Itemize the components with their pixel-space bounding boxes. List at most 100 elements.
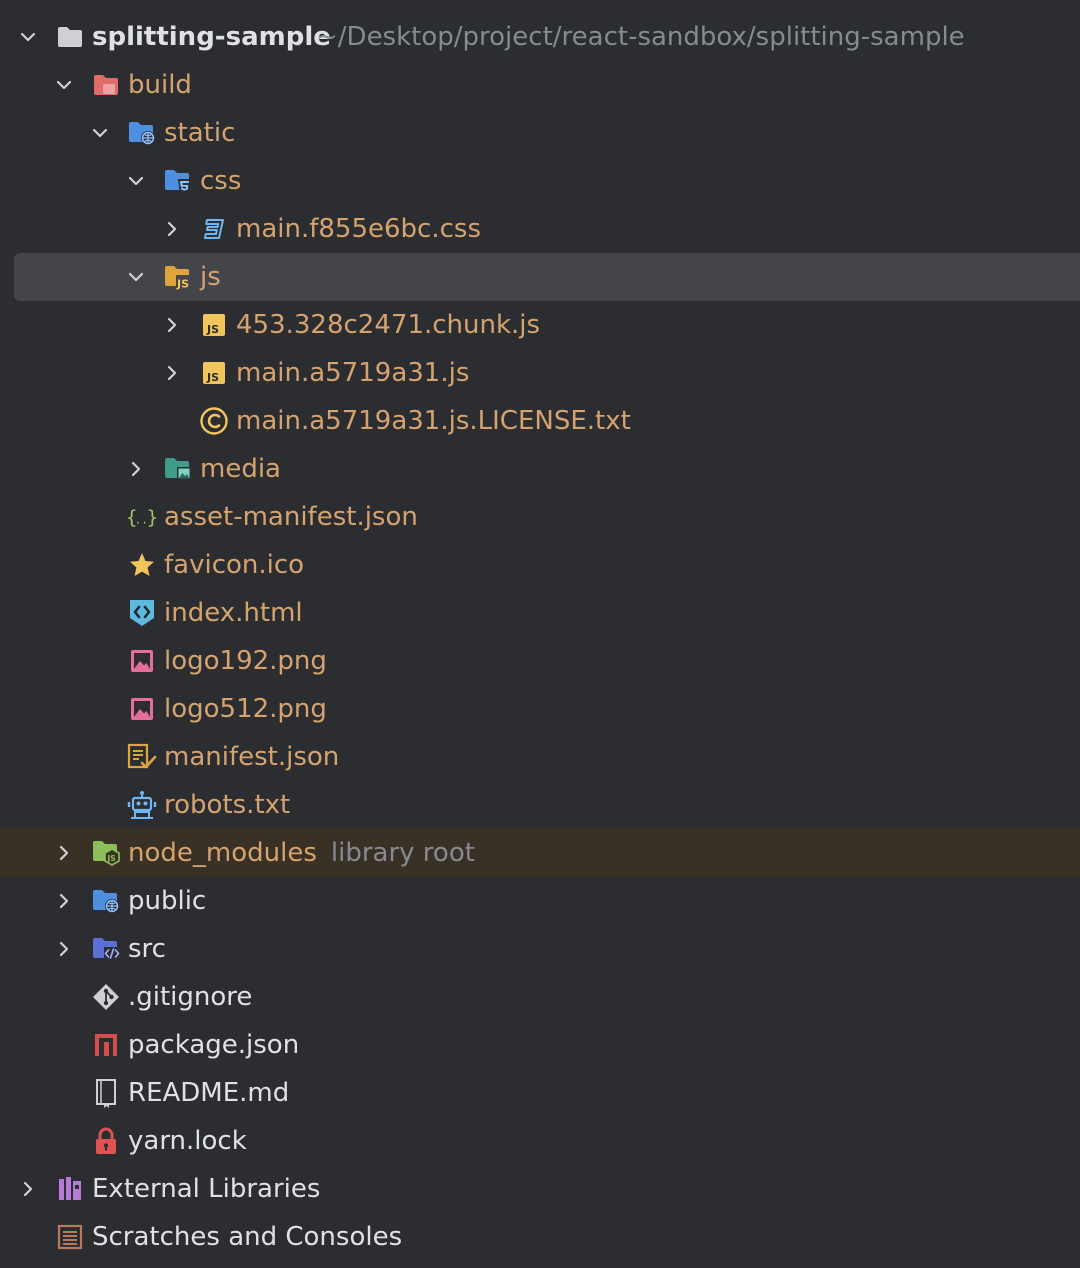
chevron-down-icon[interactable] <box>17 26 39 48</box>
svg-text:JS: JS <box>206 323 219 336</box>
tree-row-build[interactable]: build <box>0 61 1080 109</box>
star-icon <box>126 549 158 581</box>
copyright-icon <box>198 405 230 437</box>
svg-text:JS: JS <box>176 278 189 291</box>
tree-label-manifest: manifest.json <box>164 742 340 772</box>
js-folder-icon: JS <box>162 261 194 293</box>
tree-label-package-json: package.json <box>128 1030 300 1060</box>
chevron-right-icon[interactable] <box>53 842 75 864</box>
chevron-right-icon[interactable] <box>161 362 183 384</box>
chevron-right-icon[interactable] <box>53 938 75 960</box>
tree-label-node-modules: node_modules library root <box>128 829 475 877</box>
chevron-down-icon[interactable] <box>89 122 111 144</box>
json-braces-icon: {..} <box>126 501 158 533</box>
library-root-hint: library root <box>330 838 475 868</box>
image-file-icon <box>126 645 158 677</box>
tree-row-readme[interactable]: README.md <box>0 1069 1080 1117</box>
node-modules-name: node_modules <box>128 838 317 868</box>
project-name: splitting-sample <box>92 22 331 52</box>
tree-row-css-file[interactable]: main.f855e6bc.css <box>0 205 1080 253</box>
html-file-icon <box>126 597 158 629</box>
tree-row-css-folder[interactable]: css <box>0 157 1080 205</box>
tree-row-yarn-lock[interactable]: yarn.lock <box>0 1117 1080 1165</box>
chevron-down-icon[interactable] <box>125 170 147 192</box>
tree-row-manifest[interactable]: manifest.json <box>0 733 1080 781</box>
tree-label-robots: robots.txt <box>164 790 291 820</box>
tree-label-src: src <box>128 934 166 964</box>
tree-row-index-html[interactable]: index.html <box>0 589 1080 637</box>
tree-row-favicon[interactable]: favicon.ico <box>0 541 1080 589</box>
scratches-icon <box>54 1221 86 1253</box>
chevron-right-icon[interactable] <box>53 890 75 912</box>
tree-row-src[interactable]: src <box>0 925 1080 973</box>
chevron-down-icon[interactable] <box>53 74 75 96</box>
svg-text:JS: JS <box>206 371 219 384</box>
tree-label-index-html: index.html <box>164 598 303 628</box>
chevron-down-icon[interactable] <box>125 266 147 288</box>
tree-label-readme: README.md <box>128 1078 290 1108</box>
readme-icon <box>90 1077 122 1109</box>
svg-text:JS: JS <box>107 854 116 863</box>
tree-row-public[interactable]: public <box>0 877 1080 925</box>
tree-label-css-file: main.f855e6bc.css <box>236 214 481 244</box>
tree-row-js-folder[interactable]: JS js <box>14 253 1080 301</box>
image-file-icon <box>126 693 158 725</box>
git-icon <box>90 981 122 1013</box>
excluded-folder-icon <box>90 69 122 101</box>
manifest-file-icon <box>126 741 158 773</box>
tree-row-robots[interactable]: robots.txt <box>0 781 1080 829</box>
library-icon <box>54 1173 86 1205</box>
tree-label-favicon: favicon.ico <box>164 550 305 580</box>
tree-label-scratches: Scratches and Consoles <box>92 1222 403 1252</box>
chevron-right-icon[interactable] <box>161 314 183 336</box>
chevron-right-icon[interactable] <box>161 218 183 240</box>
chevron-right-icon[interactable] <box>17 1178 39 1200</box>
media-folder-icon <box>162 453 194 485</box>
npm-icon <box>90 1029 122 1061</box>
tree-label-js-chunk: 453.328c2471.chunk.js <box>236 310 541 340</box>
folder-icon <box>54 21 86 53</box>
tree-row-js-main[interactable]: JS main.a5719a31.js <box>0 349 1080 397</box>
tree-label-media: media <box>200 454 281 484</box>
tree-label-build: build <box>128 70 192 100</box>
tree-label-public: public <box>128 886 207 916</box>
tree-row-external-libraries[interactable]: External Libraries <box>0 1165 1080 1213</box>
css-folder-icon <box>162 165 194 197</box>
tree-row-js-chunk[interactable]: JS 453.328c2471.chunk.js <box>0 301 1080 349</box>
css-file-icon <box>198 213 230 245</box>
tree-row-logo512[interactable]: logo512.png <box>0 685 1080 733</box>
tree-label-css: css <box>200 166 242 196</box>
tree-row-gitignore[interactable]: .gitignore <box>0 973 1080 1021</box>
web-folder-icon <box>90 885 122 917</box>
tree-label-gitignore: .gitignore <box>128 982 253 1012</box>
tree-label-js-main: main.a5719a31.js <box>236 358 470 388</box>
svg-text:}: } <box>147 508 158 529</box>
tree-label-js-license: main.a5719a31.js.LICENSE.txt <box>236 406 631 436</box>
tree-row-js-license[interactable]: main.a5719a31.js.LICENSE.txt <box>0 397 1080 445</box>
js-file-icon: JS <box>198 309 230 341</box>
tree-row-scratches[interactable]: Scratches and Consoles <box>0 1213 1080 1261</box>
tree-row-asset-manifest[interactable]: {..} asset-manifest.json <box>0 493 1080 541</box>
tree-label-asset-manifest: asset-manifest.json <box>164 502 418 532</box>
web-folder-icon <box>126 117 158 149</box>
tree-label-js: js <box>200 262 221 292</box>
tree-row-static[interactable]: static <box>0 109 1080 157</box>
tree-label-logo192: logo192.png <box>164 646 327 676</box>
chevron-right-icon[interactable] <box>125 458 147 480</box>
tree-row-media[interactable]: media <box>0 445 1080 493</box>
project-tree: splitting-sample ~/Desktop/project/react… <box>0 0 1080 1268</box>
source-folder-icon <box>90 933 122 965</box>
robot-icon <box>126 789 158 821</box>
tree-row-node-modules[interactable]: JS node_modules library root <box>0 829 1080 877</box>
tree-label-logo512: logo512.png <box>164 694 327 724</box>
project-path: ~/Desktop/project/react-sandbox/splittin… <box>316 22 965 52</box>
tree-row-logo192[interactable]: logo192.png <box>0 637 1080 685</box>
lock-icon <box>90 1125 122 1157</box>
tree-label-yarn-lock: yarn.lock <box>128 1126 247 1156</box>
tree-label-static: static <box>164 118 236 148</box>
node-modules-folder-icon: JS <box>90 837 122 869</box>
tree-row-package-json[interactable]: package.json <box>0 1021 1080 1069</box>
tree-label-external-libraries: External Libraries <box>92 1174 321 1204</box>
tree-row-project-root[interactable]: splitting-sample ~/Desktop/project/react… <box>0 13 1080 61</box>
js-file-icon: JS <box>198 357 230 389</box>
